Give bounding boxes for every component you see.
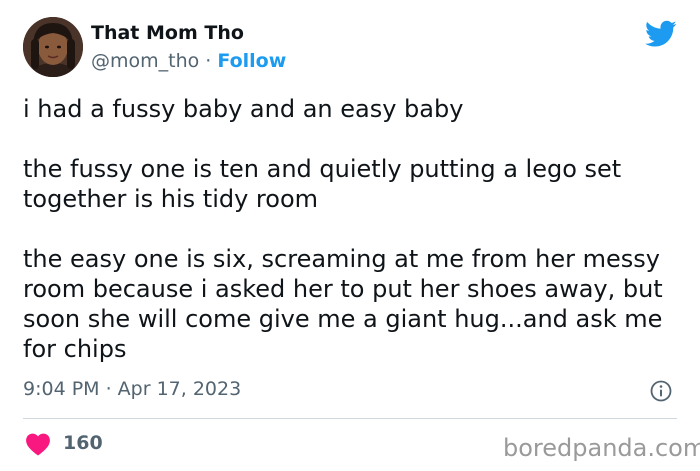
- avatar[interactable]: [23, 17, 83, 77]
- like-count[interactable]: 160: [63, 432, 103, 454]
- tweet-paragraph: i had a fussy baby and an easy baby: [23, 95, 464, 123]
- tweet-timestamp[interactable]: 9:04 PM · Apr 17, 2023: [23, 378, 241, 400]
- divider: [23, 418, 677, 419]
- handle-separator: ·: [199, 50, 218, 72]
- tweet-paragraph: the easy one is six, screaming at me fro…: [23, 245, 663, 363]
- watermark: boredpanda.com: [503, 434, 700, 462]
- follow-button[interactable]: Follow: [217, 50, 286, 72]
- tweet-card: That Mom Tho @mom_tho · Follow i had a f…: [0, 0, 700, 471]
- tweet-paragraph: the fussy one is ten and quietly putting…: [23, 155, 622, 213]
- author-display-name[interactable]: That Mom Tho: [91, 22, 244, 44]
- author-handle-row: @mom_tho · Follow: [91, 50, 286, 72]
- info-icon[interactable]: [650, 380, 672, 402]
- twitter-bird-icon[interactable]: [645, 20, 677, 48]
- tweet-body: i had a fussy baby and an easy baby the …: [23, 94, 683, 394]
- heart-icon[interactable]: [25, 432, 51, 456]
- author-handle[interactable]: @mom_tho: [91, 50, 199, 72]
